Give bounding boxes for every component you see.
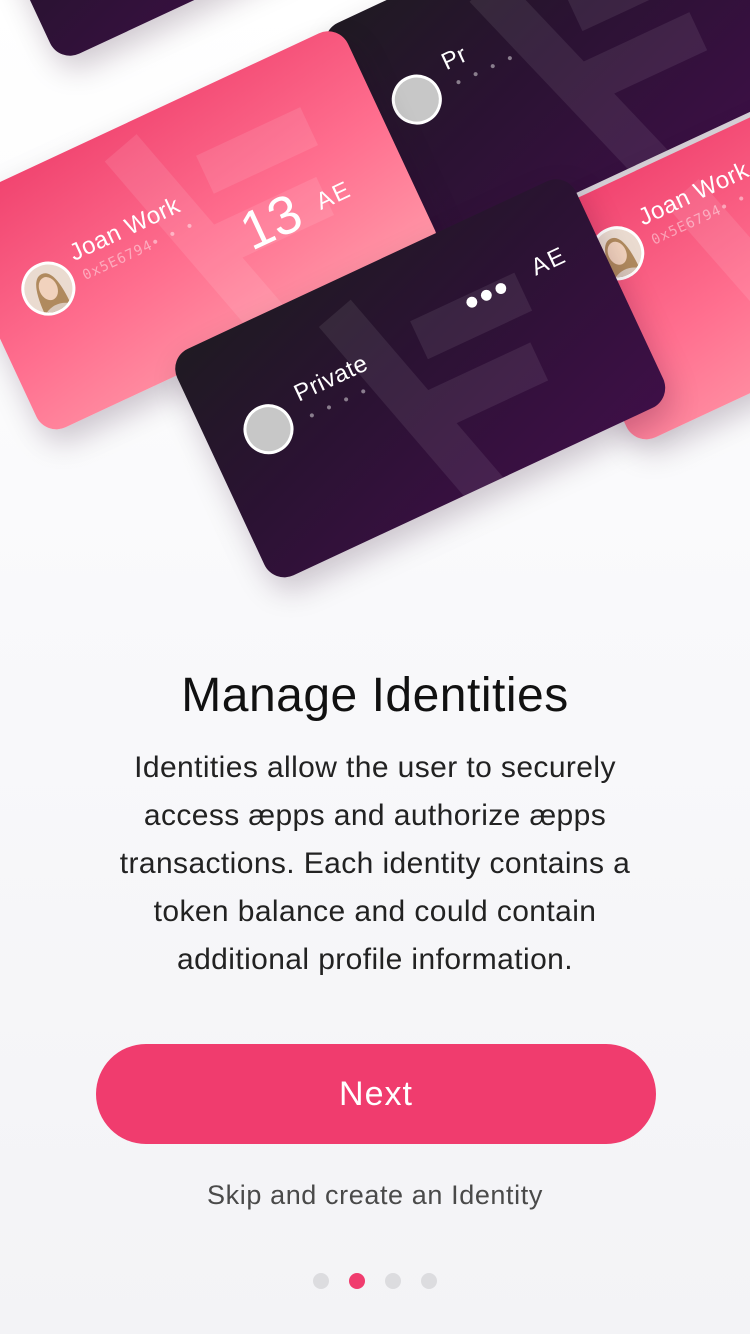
page-description: Identities allow the user to securely ac… bbox=[119, 751, 631, 976]
page-dot-2-active[interactable] bbox=[349, 1273, 365, 1289]
identity-balance-hidden: ••• bbox=[456, 265, 519, 326]
page-dot-4[interactable] bbox=[421, 1273, 437, 1289]
identity-cards-illustration: Pr • • • • Joan Work 0x5E6794• • • 13 AE bbox=[0, 0, 750, 640]
page-dot-3[interactable] bbox=[385, 1273, 401, 1289]
page-dot-1[interactable] bbox=[313, 1273, 329, 1289]
page-indicator bbox=[0, 1273, 750, 1291]
next-button[interactable]: Next bbox=[96, 1044, 656, 1144]
page-title: Manage Identities bbox=[181, 669, 569, 722]
skip-create-identity-link[interactable]: Skip and create an Identity bbox=[0, 1180, 750, 1211]
